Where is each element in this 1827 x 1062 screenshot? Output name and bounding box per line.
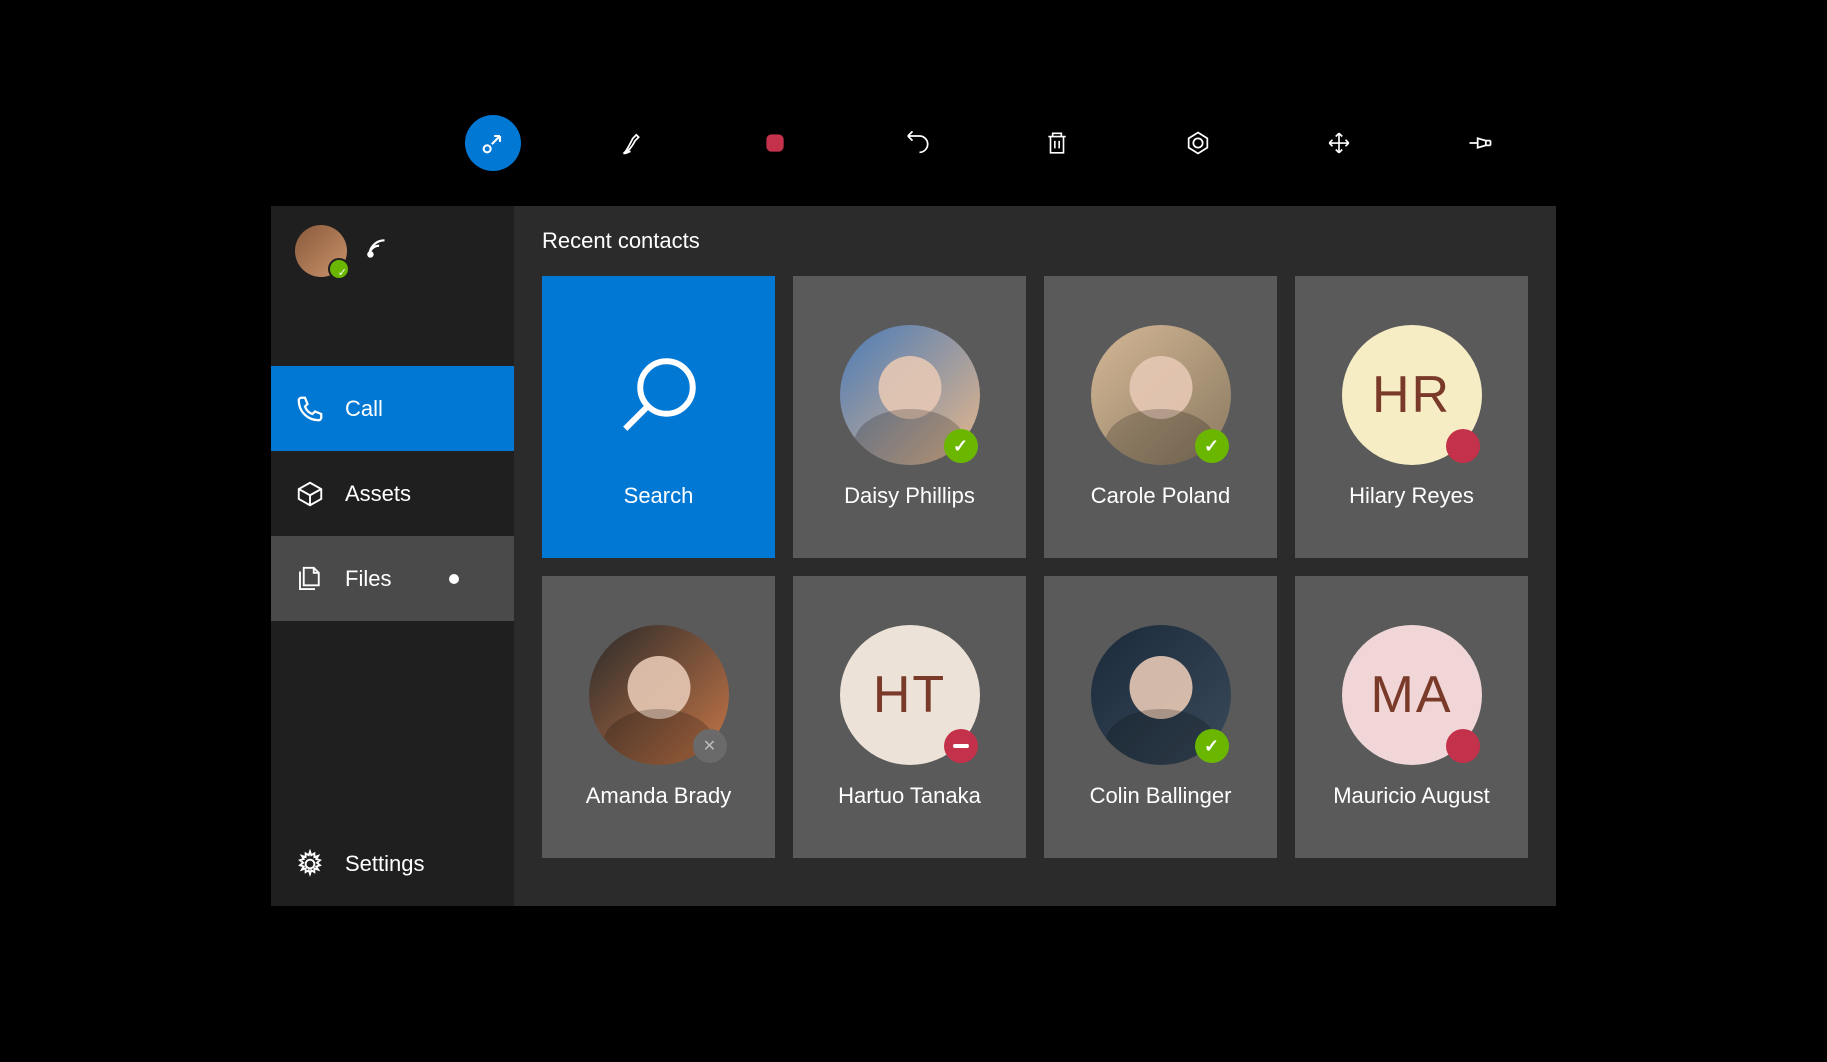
- status-busy-icon: [1446, 429, 1480, 463]
- contact-avatar: MA: [1342, 625, 1482, 765]
- contact-tile-mauricio-august[interactable]: MA Mauricio August: [1295, 576, 1528, 858]
- delete-button[interactable]: [1029, 115, 1085, 171]
- contact-tile-amanda-brady[interactable]: Amanda Brady: [542, 576, 775, 858]
- files-icon: [295, 564, 325, 594]
- status-dnd-icon: [944, 729, 978, 763]
- stop-button[interactable]: [747, 115, 803, 171]
- search-icon: [589, 325, 729, 465]
- assets-icon: [295, 479, 325, 509]
- signal-icon: [365, 236, 391, 267]
- contact-tile-hilary-reyes[interactable]: HR Hilary Reyes: [1295, 276, 1528, 558]
- contact-avatar: [840, 325, 980, 465]
- main-panel: Recent contacts Search Daisy Phillips: [514, 206, 1556, 906]
- contact-name: Carole Poland: [1091, 483, 1230, 509]
- contacts-grid: Search Daisy Phillips Carole Poland HR: [542, 276, 1528, 858]
- contact-initials: HT: [873, 665, 946, 725]
- system-toolbar: [465, 115, 1508, 171]
- status-offline-icon: [693, 729, 727, 763]
- sidebar-item-label: Call: [345, 396, 383, 422]
- status-available-icon: [944, 429, 978, 463]
- move-button[interactable]: [1311, 115, 1367, 171]
- contact-name: Hilary Reyes: [1349, 483, 1474, 509]
- sidebar-item-label: Files: [345, 566, 391, 592]
- contact-name: Colin Ballinger: [1090, 783, 1232, 809]
- collapse-button[interactable]: [465, 115, 521, 171]
- contact-initials: MA: [1371, 665, 1453, 725]
- sidebar-item-call[interactable]: Call: [271, 366, 514, 451]
- contact-name: Mauricio August: [1333, 783, 1490, 809]
- contact-avatar: [589, 625, 729, 765]
- section-title: Recent contacts: [542, 228, 1528, 254]
- sidebar-item-label: Settings: [345, 851, 425, 877]
- status-available-icon: [1195, 729, 1229, 763]
- contact-name: Amanda Brady: [586, 783, 732, 809]
- status-busy-icon: [1446, 729, 1480, 763]
- gear-icon: [295, 849, 325, 879]
- contact-tile-daisy-phillips[interactable]: Daisy Phillips: [793, 276, 1026, 558]
- status-available-icon: [1195, 429, 1229, 463]
- contact-tile-colin-ballinger[interactable]: Colin Ballinger: [1044, 576, 1277, 858]
- contact-avatar: [1091, 625, 1231, 765]
- target-button[interactable]: [1170, 115, 1226, 171]
- pin-button[interactable]: [1452, 115, 1508, 171]
- notification-dot: [449, 574, 459, 584]
- contact-tile-hartuo-tanaka[interactable]: HT Hartuo Tanaka: [793, 576, 1026, 858]
- phone-icon: [295, 394, 325, 424]
- contact-name: Daisy Phillips: [844, 483, 975, 509]
- undo-button[interactable]: [888, 115, 944, 171]
- sidebar: Call Assets Files: [271, 206, 514, 906]
- sidebar-item-files[interactable]: Files: [271, 536, 514, 621]
- contact-avatar: [1091, 325, 1231, 465]
- contact-tile-carole-poland[interactable]: Carole Poland: [1044, 276, 1277, 558]
- app-window: Call Assets Files: [271, 206, 1556, 906]
- pen-button[interactable]: [606, 115, 662, 171]
- search-tile[interactable]: Search: [542, 276, 775, 558]
- contact-avatar: HT: [840, 625, 980, 765]
- sidebar-item-settings[interactable]: Settings: [271, 821, 514, 906]
- contact-initials: HR: [1372, 365, 1451, 425]
- contact-avatar: HR: [1342, 325, 1482, 465]
- sidebar-item-assets[interactable]: Assets: [271, 451, 514, 536]
- tile-label: Search: [624, 483, 694, 509]
- sidebar-item-label: Assets: [345, 481, 411, 507]
- user-avatar[interactable]: [295, 225, 347, 277]
- sidebar-header: [271, 206, 514, 296]
- contact-name: Hartuo Tanaka: [838, 783, 981, 809]
